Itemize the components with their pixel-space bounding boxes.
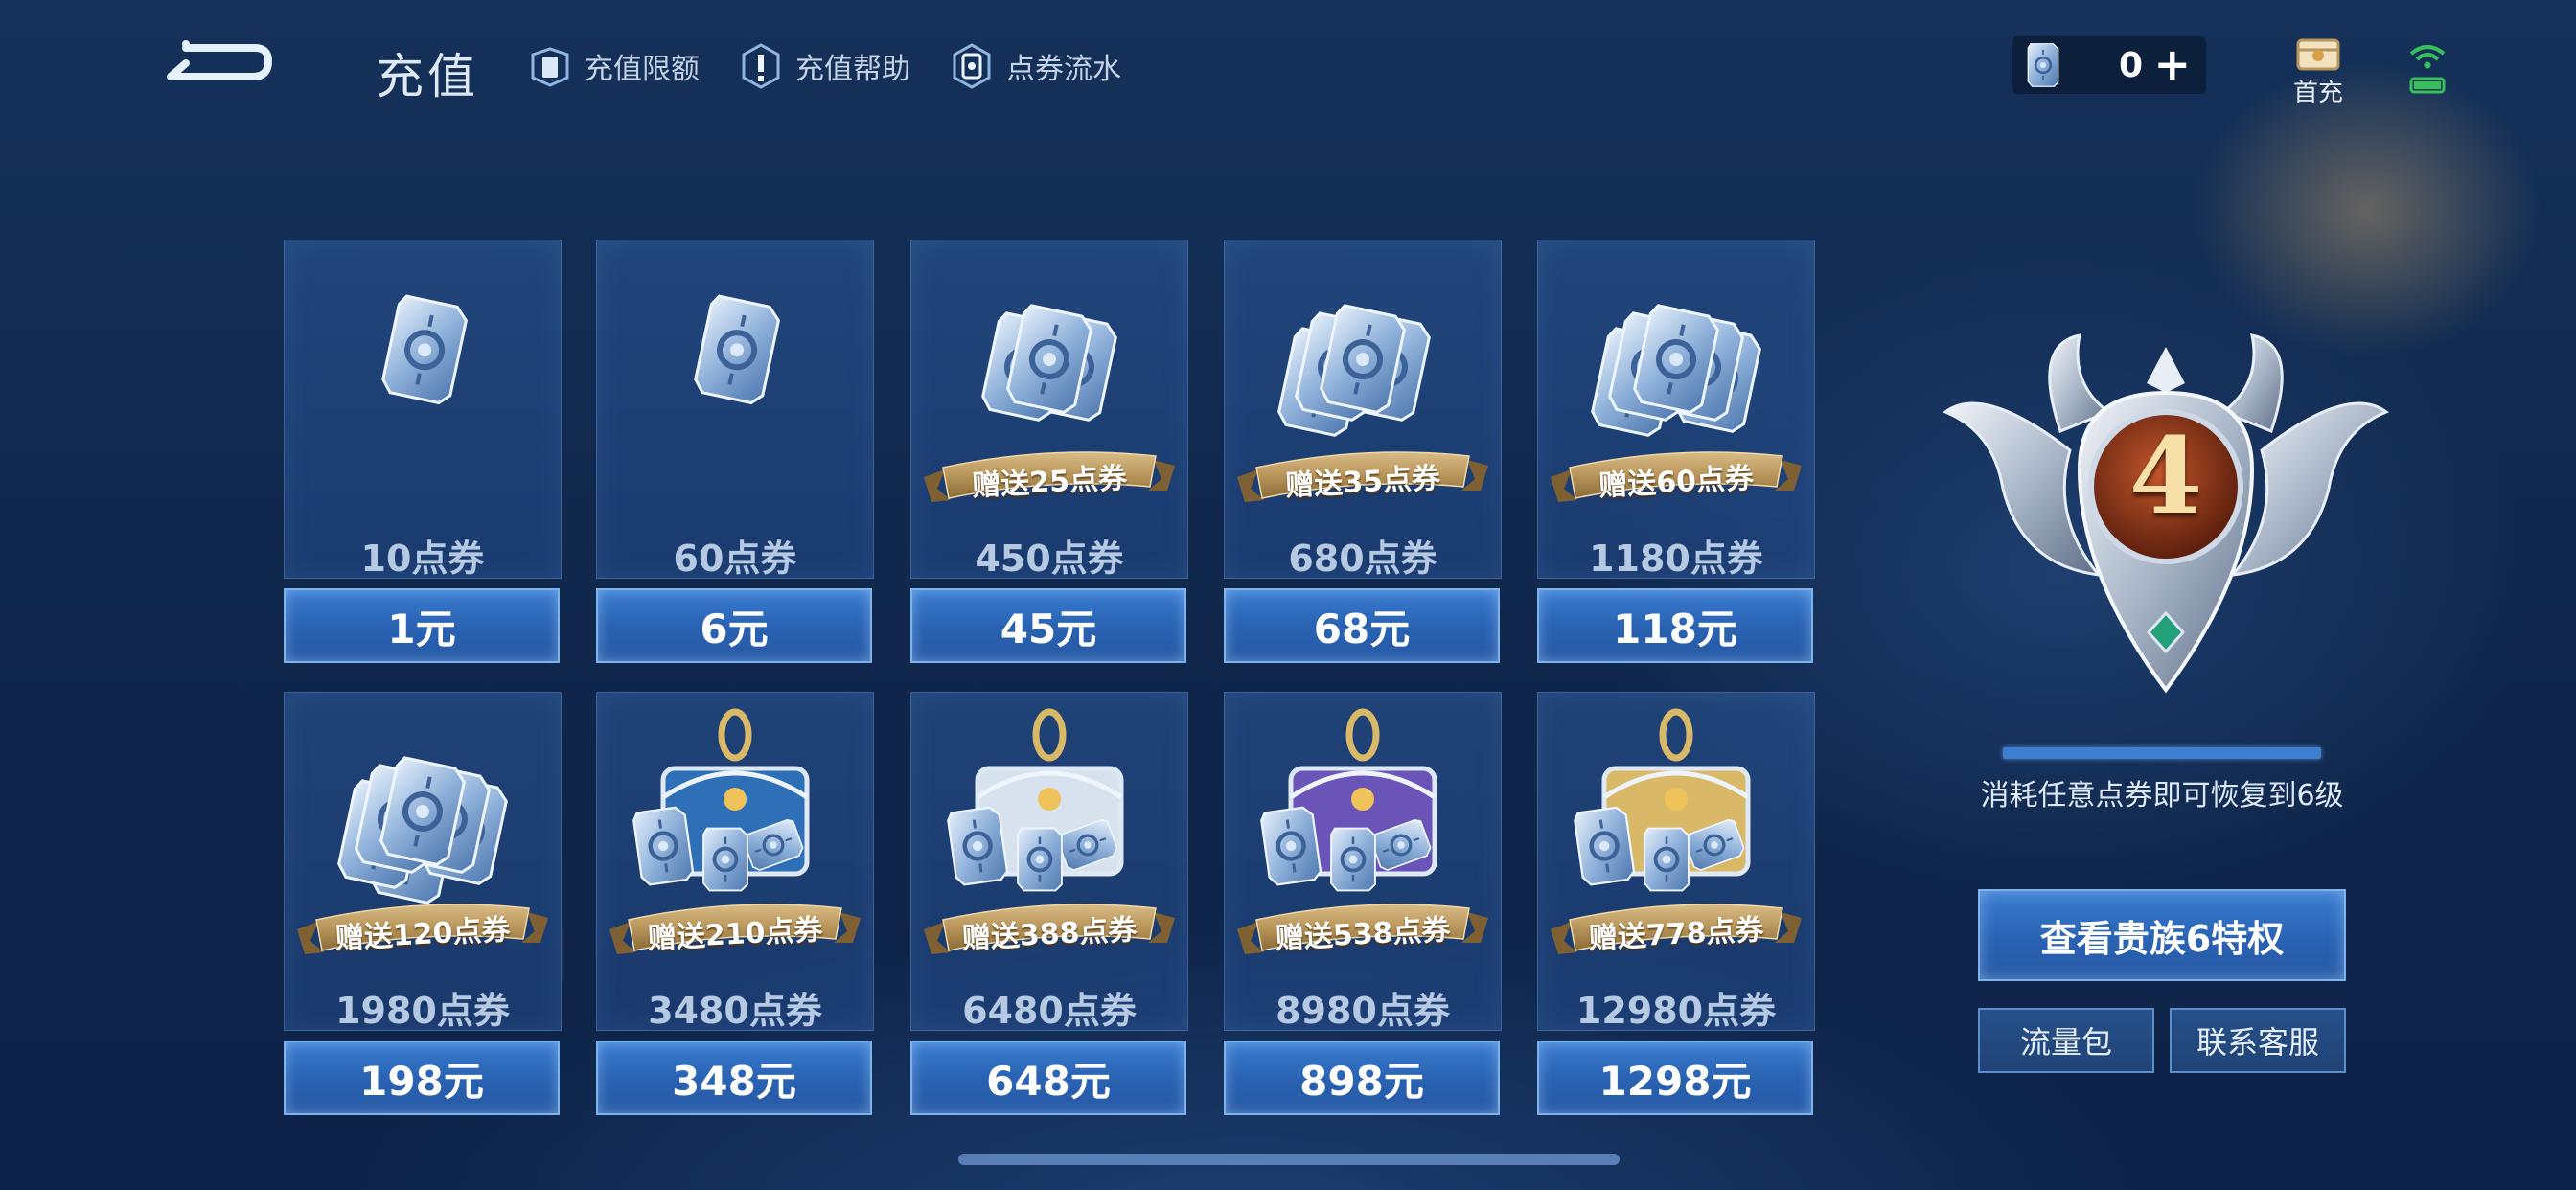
price-button[interactable]: 1298元 (1537, 1041, 1813, 1115)
ticket-amount: 1980点券 (335, 990, 510, 1032)
ticket-bundle-image (284, 240, 562, 517)
product-card[interactable]: 赠送120点券 1980点券 198元 (284, 692, 562, 1115)
back-button[interactable] (163, 34, 278, 92)
back-arrow-icon (167, 40, 272, 80)
product-card[interactable]: 赠送25点券 450点券 45元 (910, 240, 1188, 663)
price-button[interactable]: 1元 (284, 588, 560, 663)
network-status (2405, 36, 2450, 98)
recharge-help-label: 充值帮助 (795, 53, 910, 86)
home-indicator[interactable] (958, 1154, 1620, 1165)
ticket-flow-link[interactable]: 点券流水 (947, 42, 1121, 90)
view-noble-privileges-button[interactable]: 查看贵族6特权 (1978, 889, 2346, 981)
price-button[interactable]: 198元 (284, 1041, 560, 1115)
product-card[interactable]: 赠送778点券 12980点券 1298元 (1537, 692, 1815, 1115)
ticket-icon (2024, 42, 2062, 88)
ticket-amount: 450点券 (975, 538, 1124, 580)
exclamation-icon (736, 41, 786, 91)
product-card[interactable]: 赠送35点券 680点券 68元 (1224, 240, 1502, 663)
price-button[interactable]: 348元 (596, 1041, 872, 1115)
price-button[interactable]: 68元 (1224, 588, 1500, 663)
first-charge-button[interactable]: 首充 (2290, 33, 2346, 108)
recharge-limit-label: 充值限额 (585, 53, 700, 86)
ticket-amount: 1180点券 (1589, 538, 1763, 580)
product-card[interactable]: 赠送538点券 8980点券 898元 (1224, 692, 1502, 1115)
ticket-amount: 8980点券 (1276, 990, 1450, 1032)
price-button[interactable]: 898元 (1224, 1041, 1500, 1115)
ticket-amount: 60点券 (673, 538, 797, 580)
ticket-card-icon (525, 41, 575, 91)
product-card[interactable]: 10点券 1元 (284, 240, 562, 663)
page-title: 充值 (376, 49, 479, 104)
recharge-help-link[interactable]: 充值帮助 (736, 42, 910, 90)
product-card[interactable]: 赠送210点券 3480点券 348元 (596, 692, 874, 1115)
noble-progress-bar (2003, 747, 2321, 759)
coin-flow-icon (947, 41, 997, 91)
product-card[interactable]: 60点券 6元 (596, 240, 874, 663)
ticket-balance: 0 + (2012, 36, 2206, 94)
ticket-bundle-image (596, 240, 874, 517)
noble-level-number: 4 (2128, 414, 2203, 538)
noble-restore-tip: 消耗任意点券即可恢复到6级 (1980, 779, 2344, 812)
product-card[interactable]: 赠送388点券 6480点券 648元 (910, 692, 1188, 1115)
ticket-amount: 3480点券 (648, 990, 822, 1032)
gift-box-icon (2296, 38, 2340, 71)
wifi-icon (2409, 45, 2446, 94)
price-button[interactable]: 648元 (910, 1041, 1186, 1115)
data-pack-button[interactable]: 流量包 (1978, 1008, 2154, 1073)
ticket-amount: 680点券 (1288, 538, 1438, 580)
first-charge-label: 首充 (2292, 79, 2343, 107)
add-balance-button[interactable]: + (2153, 40, 2191, 88)
contact-service-button[interactable]: 联系客服 (2170, 1008, 2346, 1073)
recharge-limit-link[interactable]: 充值限额 (525, 42, 700, 90)
ticket-amount: 10点券 (360, 538, 485, 580)
noble-level-emblem: 4 (1926, 326, 2405, 709)
balance-amount: 0 (2118, 46, 2143, 85)
ticket-amount: 6480点券 (962, 990, 1137, 1032)
price-button[interactable]: 45元 (910, 588, 1186, 663)
ticket-amount: 12980点券 (1576, 990, 1777, 1032)
product-card[interactable]: 赠送60点券 1180点券 118元 (1537, 240, 1815, 663)
price-button[interactable]: 6元 (596, 588, 872, 663)
ticket-flow-label: 点券流水 (1006, 53, 1121, 86)
price-button[interactable]: 118元 (1537, 588, 1813, 663)
